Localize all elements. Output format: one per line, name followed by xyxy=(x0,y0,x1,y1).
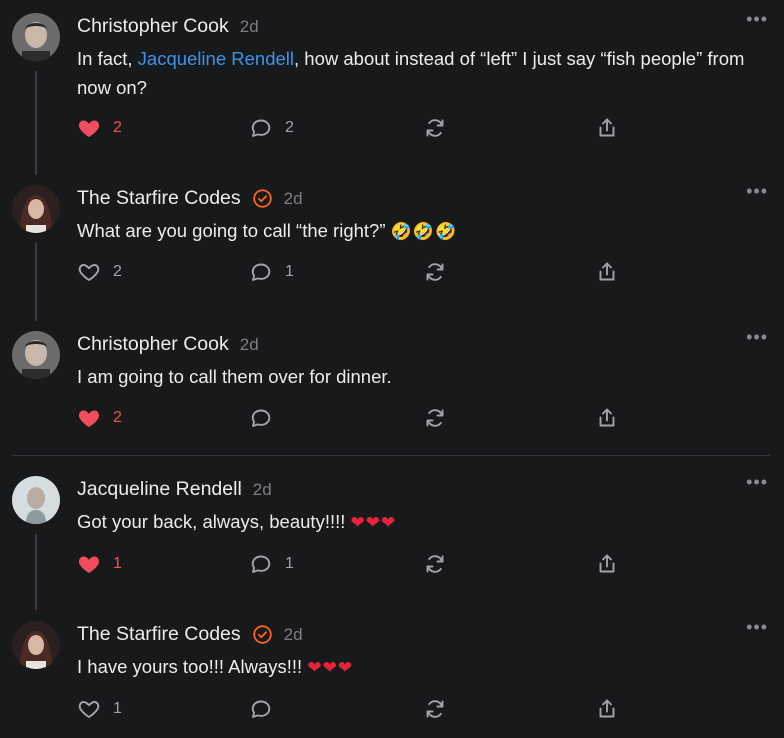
comment-item: Christopher Cook 2d ••• In fact, Jacquel… xyxy=(0,0,784,175)
timestamp: 2d xyxy=(283,188,303,208)
like-count: 2 xyxy=(113,409,122,426)
reply-button[interactable]: 1 xyxy=(249,260,294,284)
reply-button[interactable]: 1 xyxy=(249,552,294,576)
like-button[interactable]: 2 xyxy=(77,406,122,430)
restack-button[interactable] xyxy=(423,552,447,576)
mention-link[interactable]: Jacqueline Rendell xyxy=(138,48,294,69)
restack-icon xyxy=(423,116,447,140)
restack-icon xyxy=(423,406,447,430)
share-button[interactable] xyxy=(595,697,619,721)
like-button[interactable]: 1 xyxy=(77,552,122,576)
thread-line xyxy=(35,534,37,610)
comment-text: I am going to call them over for dinner. xyxy=(77,366,392,387)
like-button[interactable]: 2 xyxy=(77,116,122,140)
reply-button[interactable] xyxy=(249,697,273,721)
share-icon xyxy=(595,260,619,284)
comment-bubble-icon xyxy=(249,406,273,430)
restack-button[interactable] xyxy=(423,260,447,284)
comment-item: Jacqueline Rendell 2d ••• Got your back,… xyxy=(0,463,784,610)
emoji: ❤❤❤ xyxy=(350,513,397,533)
more-options-icon[interactable]: ••• xyxy=(746,618,768,636)
restack-button[interactable] xyxy=(423,697,447,721)
verified-check-icon xyxy=(252,188,273,209)
like-count: 2 xyxy=(113,119,122,136)
thread-divider xyxy=(12,455,770,456)
share-button[interactable] xyxy=(595,552,619,576)
thread-line xyxy=(35,243,37,321)
author-name[interactable]: Jacqueline Rendell xyxy=(77,478,242,501)
restack-icon xyxy=(423,697,447,721)
share-icon xyxy=(595,697,619,721)
share-button[interactable] xyxy=(595,260,619,284)
more-options-icon[interactable]: ••• xyxy=(746,182,768,200)
comment-text: In fact, Jacqueline Rendell, how about i… xyxy=(77,48,745,98)
thread-line xyxy=(35,71,37,175)
verified-check-icon xyxy=(252,624,273,645)
restack-button[interactable] xyxy=(423,406,447,430)
comment-text: Got your back, always, beauty!!!! ❤❤❤ xyxy=(77,511,397,533)
heart-icon xyxy=(77,697,101,721)
like-count: 2 xyxy=(113,263,122,280)
comment-text: I have yours too!!! Always!!! ❤❤❤ xyxy=(77,656,354,678)
author-name[interactable]: Christopher Cook xyxy=(77,15,229,38)
avatar[interactable] xyxy=(12,13,60,61)
avatar[interactable] xyxy=(12,476,60,524)
comment-item: The Starfire Codes 2d ••• What are you g… xyxy=(0,172,784,321)
timestamp: 2d xyxy=(252,479,272,499)
author-name[interactable]: The Starfire Codes xyxy=(77,187,241,210)
reply-count: 1 xyxy=(285,555,294,572)
like-count: 1 xyxy=(113,555,122,572)
reply-count: 2 xyxy=(285,119,294,136)
comment-item: Christopher Cook 2d ••• I am going to ca… xyxy=(0,318,784,454)
more-options-icon[interactable]: ••• xyxy=(746,473,768,491)
comment-bubble-icon xyxy=(249,260,273,284)
restack-icon xyxy=(423,260,447,284)
like-button[interactable]: 2 xyxy=(77,260,122,284)
avatar[interactable] xyxy=(12,621,60,669)
timestamp: 2d xyxy=(239,16,259,36)
timestamp: 2d xyxy=(239,334,259,354)
restack-icon xyxy=(423,552,447,576)
avatar[interactable] xyxy=(12,185,60,233)
comment-bubble-icon xyxy=(249,552,273,576)
comment-text: What are you going to call “the right?” … xyxy=(77,220,458,242)
more-options-icon[interactable]: ••• xyxy=(746,10,768,28)
reply-count: 1 xyxy=(285,263,294,280)
author-name[interactable]: The Starfire Codes xyxy=(77,623,241,646)
heart-icon xyxy=(77,406,101,430)
restack-button[interactable] xyxy=(423,116,447,140)
heart-icon xyxy=(77,116,101,140)
emoji: 🤣🤣🤣 xyxy=(390,222,458,242)
comment-bubble-icon xyxy=(249,697,273,721)
comment-bubble-icon xyxy=(249,116,273,140)
timestamp: 2d xyxy=(283,624,303,644)
share-icon xyxy=(595,552,619,576)
share-icon xyxy=(595,116,619,140)
share-button[interactable] xyxy=(595,116,619,140)
reply-button[interactable]: 2 xyxy=(249,116,294,140)
more-options-icon[interactable]: ••• xyxy=(746,328,768,346)
avatar[interactable] xyxy=(12,331,60,379)
author-name[interactable]: Christopher Cook xyxy=(77,333,229,356)
share-button[interactable] xyxy=(595,406,619,430)
heart-icon xyxy=(77,260,101,284)
like-button[interactable]: 1 xyxy=(77,697,122,721)
emoji: ❤❤❤ xyxy=(307,658,354,678)
like-count: 1 xyxy=(113,700,122,717)
heart-icon xyxy=(77,552,101,576)
reply-button[interactable] xyxy=(249,406,273,430)
share-icon xyxy=(595,406,619,430)
comment-item: The Starfire Codes 2d ••• I have yours t… xyxy=(0,608,784,738)
